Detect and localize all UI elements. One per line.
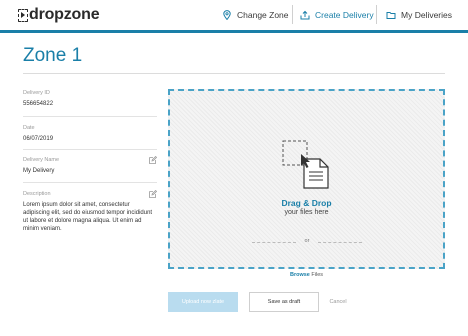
nav-label: My Deliveries [401, 10, 453, 20]
field-label: Date [23, 125, 35, 131]
edit-icon[interactable] [149, 190, 157, 198]
drop-zone-title: Drag & Drop [281, 198, 332, 208]
field-value: Lorem ipsum dolor sit amet, consectetur … [23, 202, 153, 232]
save-draft-button[interactable]: Save as draft [249, 292, 319, 312]
field-value: 06/07/2019 [23, 136, 54, 142]
browse-files: Browse Files [168, 272, 445, 278]
edit-icon[interactable] [149, 156, 157, 164]
logo[interactable]: dropzone [18, 6, 100, 24]
field-divider [23, 116, 157, 117]
upload-button[interactable]: Upload now zlate [168, 292, 238, 312]
upload-tray-icon [300, 10, 310, 20]
drop-zone-subtitle: your files here [284, 209, 329, 216]
nav-divider [292, 5, 293, 24]
or-divider [252, 242, 296, 243]
drag-file-icon [282, 140, 329, 189]
nav-divider [376, 5, 377, 24]
field-divider [23, 182, 157, 183]
field-label: Delivery ID [23, 90, 50, 96]
field-label: Description [23, 191, 51, 197]
header-accent-bar [0, 30, 468, 33]
or-divider [318, 242, 362, 243]
cancel-button[interactable]: Cancel [325, 292, 351, 312]
or-text: or [304, 238, 310, 244]
logo-icon [18, 8, 28, 22]
nav-my-deliveries[interactable]: My Deliveries [386, 0, 452, 30]
field-label: Delivery Name [23, 157, 60, 163]
field-delivery-name: Delivery Name My Delivery [23, 157, 157, 175]
location-pin-icon [223, 10, 231, 20]
field-delivery-id: Delivery ID 556654822 [23, 90, 157, 108]
page-title: Zone 1 [23, 45, 83, 66]
browse-suffix: Files [309, 272, 323, 278]
field-description: Description Lorem ipsum dolor sit amet, … [23, 191, 157, 233]
field-date: Date 06/07/2019 [23, 125, 157, 143]
field-divider [23, 149, 157, 150]
nav-create-delivery[interactable]: Create Delivery [300, 0, 374, 30]
browse-link[interactable]: Browse [290, 272, 310, 278]
title-divider [23, 73, 445, 74]
field-value: 556654822 [23, 101, 54, 107]
field-value: My Delivery [23, 168, 55, 174]
nav-change-zone[interactable]: Change Zone [222, 0, 289, 30]
folder-icon [386, 12, 396, 19]
nav-label: Change Zone [237, 10, 289, 20]
nav-label: Create Delivery [315, 10, 374, 20]
app-header: dropzone Change Zone Create Delivery My … [0, 0, 468, 30]
logo-text: dropzone [29, 6, 100, 23]
